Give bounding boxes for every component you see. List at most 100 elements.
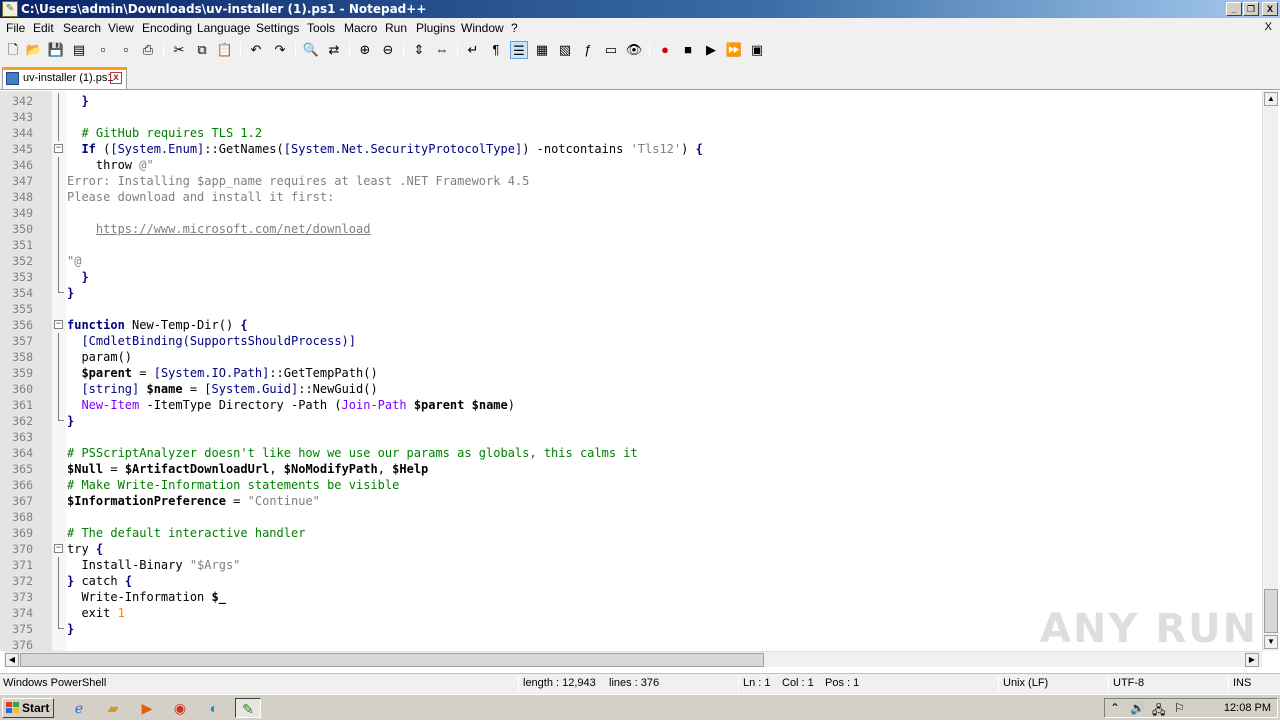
chrome-icon[interactable]: ◉: [167, 698, 193, 718]
zoom-out-icon[interactable]: ⊖: [379, 41, 397, 59]
code-line[interactable]: 344 # GitHub requires TLS 1.2: [0, 125, 1262, 141]
code-line[interactable]: 359 $parent = [System.IO.Path]::GetTempP…: [0, 365, 1262, 381]
indent-guide-icon[interactable]: ☰: [510, 41, 528, 59]
menu-view[interactable]: View: [108, 21, 134, 35]
menu-macro[interactable]: Macro: [344, 21, 377, 35]
show-hidden-icons-icon[interactable]: ⌃: [1110, 701, 1120, 715]
menu-edit[interactable]: Edit: [33, 21, 54, 35]
tab-close-icon[interactable]: x: [110, 72, 122, 84]
code-line[interactable]: 354}: [0, 285, 1262, 301]
code-line[interactable]: 371 Install-Binary "$Args": [0, 557, 1262, 573]
horizontal-scrollbar[interactable]: ◀ ▶: [4, 651, 1262, 667]
menu-run[interactable]: Run: [385, 21, 407, 35]
code-line[interactable]: 370 − try {: [0, 541, 1262, 557]
find-icon[interactable]: 🔍: [302, 41, 320, 59]
user-language-icon[interactable]: ▦: [533, 41, 551, 59]
code-line[interactable]: 347 Error: Installing $app_name requires …: [0, 173, 1262, 189]
close-icon[interactable]: ▫: [94, 41, 112, 59]
volume-icon[interactable]: 🔊: [1130, 701, 1145, 715]
tab-uv-installer[interactable]: uv-installer (1).ps1 x: [2, 67, 127, 89]
save-all-icon[interactable]: ▤: [70, 41, 88, 59]
maximize-button[interactable]: ❐: [1243, 2, 1259, 16]
scroll-down-button[interactable]: ▼: [1264, 635, 1278, 649]
undo-icon[interactable]: ↶: [247, 41, 265, 59]
notepad-plus-plus-taskbar-icon[interactable]: ✎: [235, 698, 261, 718]
show-all-chars-icon[interactable]: ¶: [487, 41, 505, 59]
code-line[interactable]: 343: [0, 109, 1262, 125]
cut-icon[interactable]: ✂: [170, 41, 188, 59]
new-file-icon[interactable]: 🗋: [4, 41, 22, 59]
code-line[interactable]: 349: [0, 205, 1262, 221]
redo-icon[interactable]: ↷: [271, 41, 289, 59]
code-line[interactable]: 342 }: [0, 93, 1262, 109]
doc-map-icon[interactable]: ▧: [556, 41, 574, 59]
record-macro-icon[interactable]: ●: [656, 41, 674, 59]
code-line[interactable]: 358 param(): [0, 349, 1262, 365]
code-line[interactable]: 366 # Make Write-Information statements b…: [0, 477, 1262, 493]
play-macro-icon[interactable]: ▶: [702, 41, 720, 59]
code-line[interactable]: 365 $Null = $ArtifactDownloadUrl, $NoModi…: [0, 461, 1262, 477]
media-player-icon[interactable]: ▶: [134, 698, 160, 718]
code-line[interactable]: 367 $InformationPreference = "Continue": [0, 493, 1262, 509]
network-icon[interactable]: 🖧: [1152, 701, 1165, 722]
stop-macro-icon[interactable]: ■: [679, 41, 697, 59]
code-line[interactable]: 368: [0, 509, 1262, 525]
menu-tools[interactable]: Tools: [307, 21, 335, 35]
edge-icon[interactable]: ◐: [201, 698, 227, 718]
code-line[interactable]: 364 # PSScriptAnalyzer doesn't like how w…: [0, 445, 1262, 461]
vertical-scrollbar[interactable]: ▲ ▼: [1262, 91, 1278, 651]
code-line[interactable]: 346 throw @": [0, 157, 1262, 173]
menu-plugins[interactable]: Plugins: [416, 21, 455, 35]
menu-search[interactable]: Search: [63, 21, 101, 35]
clock[interactable]: 12:08 PM: [1224, 702, 1271, 714]
sync-vertical-icon[interactable]: ⇕: [410, 41, 428, 59]
paste-icon[interactable]: 📋: [216, 41, 234, 59]
vertical-scroll-thumb[interactable]: [1264, 589, 1278, 633]
close-document-button[interactable]: X: [1265, 21, 1272, 33]
menu-window[interactable]: Window: [461, 21, 504, 35]
print-icon[interactable]: ⎙: [139, 41, 157, 59]
code-line[interactable]: 353 }: [0, 269, 1262, 285]
action-center-flag-icon[interactable]: ⚐: [1174, 701, 1185, 715]
code-line[interactable]: 362}: [0, 413, 1262, 429]
code-line[interactable]: 357 [CmdletBinding(SupportsShouldProcess…: [0, 333, 1262, 349]
minimize-button[interactable]: _: [1226, 2, 1242, 16]
internet-explorer-icon[interactable]: ℯ: [66, 698, 92, 718]
code-line[interactable]: 373 Write-Information $_: [0, 589, 1262, 605]
code-line[interactable]: 356 − function New-Temp-Dir() {: [0, 317, 1262, 333]
folder-workspace-icon[interactable]: ▭: [602, 41, 620, 59]
code-line[interactable]: 355: [0, 301, 1262, 317]
save-icon[interactable]: 💾: [47, 41, 65, 59]
start-button[interactable]: Start: [2, 698, 54, 718]
menu-help[interactable]: ?: [511, 21, 518, 35]
run-macro-multiple-icon[interactable]: ⏩: [725, 41, 743, 59]
fold-toggle-icon[interactable]: −: [54, 544, 63, 553]
status-encoding[interactable]: UTF-8: [1113, 677, 1144, 689]
fold-toggle-icon[interactable]: −: [54, 144, 63, 153]
code-line[interactable]: 351: [0, 237, 1262, 253]
menu-settings[interactable]: Settings: [256, 21, 299, 35]
replace-icon[interactable]: ⇄: [325, 41, 343, 59]
copy-icon[interactable]: ⧉: [193, 41, 211, 59]
scroll-up-button[interactable]: ▲: [1264, 92, 1278, 106]
open-file-icon[interactable]: 📂: [25, 41, 43, 59]
menu-encoding[interactable]: Encoding: [142, 21, 192, 35]
status-eol[interactable]: Unix (LF): [1003, 677, 1048, 689]
code-line[interactable]: 348 Please download and install it first:: [0, 189, 1262, 205]
code-line[interactable]: 352 "@: [0, 253, 1262, 269]
monitoring-icon[interactable]: 👁: [625, 41, 643, 59]
menu-file[interactable]: File: [6, 21, 25, 35]
fold-toggle-icon[interactable]: −: [54, 320, 63, 329]
code-line[interactable]: 350 https://www.microsoft.com/net/downlo…: [0, 221, 1262, 237]
code-line[interactable]: 361 New-Item -ItemType Directory -Path (…: [0, 397, 1262, 413]
horizontal-scroll-thumb[interactable]: [20, 653, 764, 667]
word-wrap-icon[interactable]: ↵: [464, 41, 482, 59]
close-all-icon[interactable]: ▫: [117, 41, 135, 59]
close-button[interactable]: X: [1262, 2, 1278, 16]
code-line[interactable]: 360 [string] $name = [System.Guid]::NewG…: [0, 381, 1262, 397]
scroll-right-button[interactable]: ▶: [1245, 653, 1259, 667]
code-line[interactable]: 369 # The default interactive handler: [0, 525, 1262, 541]
scroll-left-button[interactable]: ◀: [5, 653, 19, 667]
save-macro-icon[interactable]: ▣: [748, 41, 766, 59]
menu-language[interactable]: Language: [197, 21, 250, 35]
